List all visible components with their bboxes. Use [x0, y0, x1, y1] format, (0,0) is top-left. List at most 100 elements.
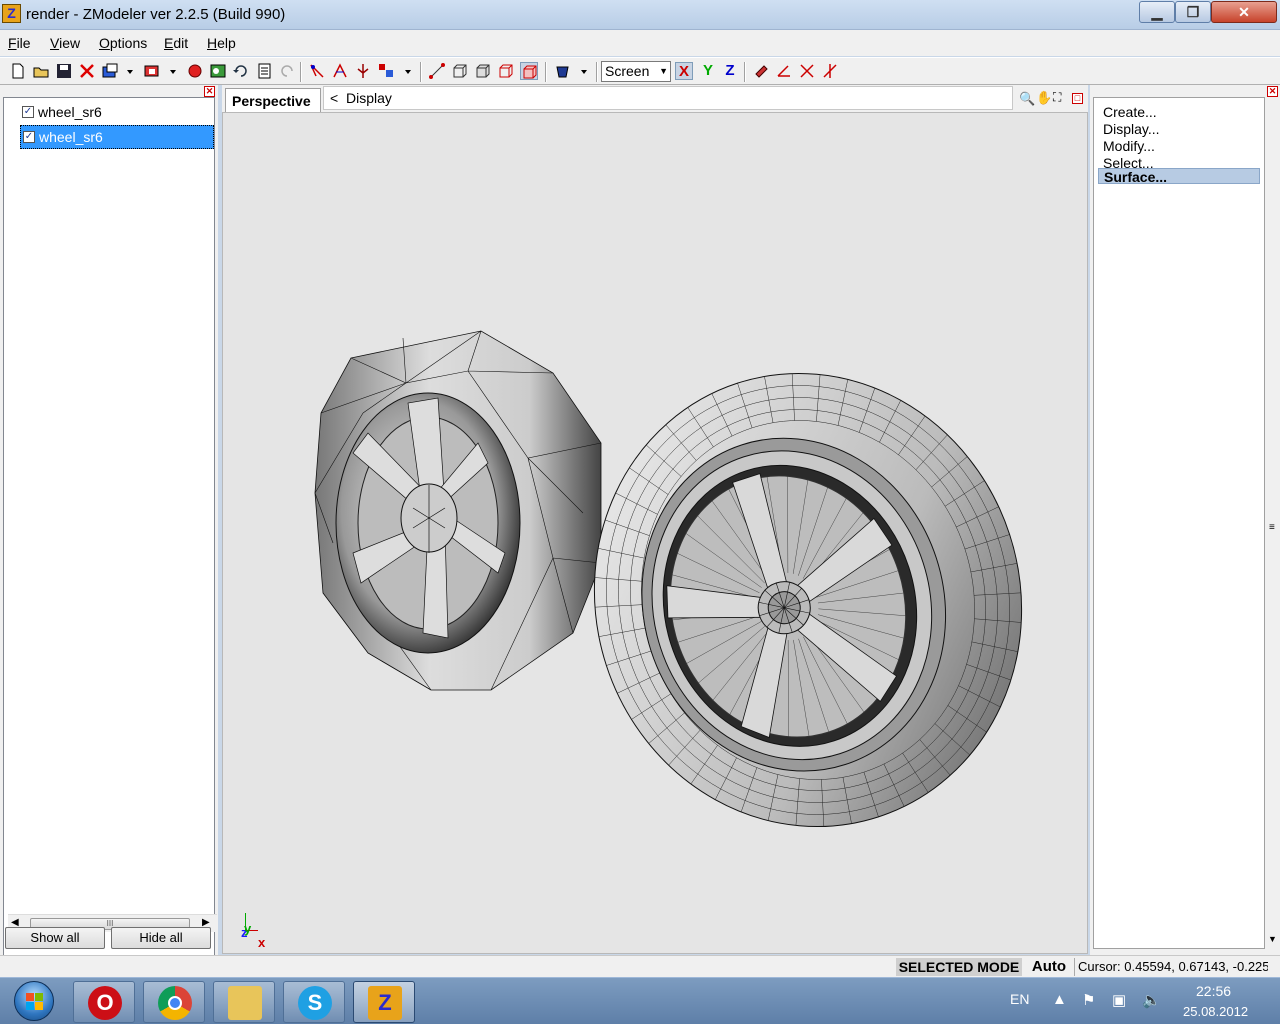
- clock-time[interactable]: 22:56: [1196, 983, 1231, 999]
- open-folder-icon[interactable]: [32, 62, 50, 80]
- redo-icon[interactable]: [278, 62, 296, 80]
- flag-icon[interactable]: ⚑: [1082, 991, 1095, 1009]
- close-icon[interactable]: ✕: [1267, 86, 1278, 97]
- command-select[interactable]: Select...: [1103, 155, 1154, 168]
- viewport-breadcrumb[interactable]: < Display: [323, 86, 1013, 110]
- checkbox-icon[interactable]: ✓: [23, 131, 35, 143]
- axis-x-toggle[interactable]: X: [675, 62, 693, 80]
- chevron-down-icon[interactable]: [167, 62, 179, 80]
- minimize-button[interactable]: ▁: [1139, 1, 1175, 23]
- scroll-down-icon[interactable]: ▼: [1268, 934, 1277, 944]
- move-icon[interactable]: [354, 62, 372, 80]
- axis-y-toggle[interactable]: Y: [699, 62, 717, 80]
- render-icon[interactable]: [186, 62, 204, 80]
- vertical-scrollbar[interactable]: ≡ ▼: [1266, 97, 1280, 949]
- object-tree[interactable]: ✓ wheel_sr6 ✓ wheel_sr6 ◀ III ▶: [3, 97, 217, 985]
- notes-icon[interactable]: [255, 62, 273, 80]
- toolbar-separator: [545, 62, 547, 82]
- low-poly-wheel[interactable]: [314, 330, 602, 691]
- rotate-icon[interactable]: [821, 62, 839, 80]
- box-mode-icon[interactable]: [497, 62, 515, 80]
- menu-edit[interactable]: Edit: [164, 35, 188, 51]
- taskbar-chrome[interactable]: [143, 981, 205, 1023]
- taskbar-opera[interactable]: O: [73, 981, 135, 1023]
- scroll-grip-icon[interactable]: ≡: [1269, 522, 1275, 533]
- pan-hand-icon[interactable]: ✋: [1036, 90, 1052, 106]
- axis-z-toggle[interactable]: Z: [721, 62, 739, 80]
- chevron-down-icon[interactable]: [578, 62, 590, 80]
- checkbox-icon[interactable]: ✓: [22, 106, 34, 118]
- axis-icon[interactable]: [775, 62, 793, 80]
- chevron-down-icon[interactable]: [402, 62, 414, 80]
- wheel-models-render[interactable]: [223, 113, 1088, 954]
- chevron-down-icon[interactable]: [124, 62, 136, 80]
- delete-icon[interactable]: [78, 62, 96, 80]
- close-icon[interactable]: ✕: [204, 86, 215, 97]
- menu-view[interactable]: View: [50, 35, 80, 51]
- menu-bar: File View Options Edit Help: [0, 30, 1280, 56]
- coordinate-space-value: Screen: [605, 63, 650, 79]
- command-display[interactable]: Display...: [1103, 121, 1160, 137]
- zmodeler-app-icon[interactable]: Z: [2, 4, 21, 23]
- selection-mode-label: SELECTED MODE: [896, 958, 1022, 976]
- select-edge-icon[interactable]: [331, 62, 349, 80]
- maximize-viewport-icon[interactable]: ⛶: [1053, 90, 1061, 105]
- breadcrumb-display[interactable]: Display: [346, 90, 392, 106]
- import-icon[interactable]: [101, 62, 119, 80]
- auto-mode-label: Auto: [1031, 958, 1067, 975]
- logo-part: [26, 1002, 34, 1010]
- command-create[interactable]: Create...: [1103, 104, 1157, 120]
- object-list-panel: ✕ ✓ wheel_sr6 ✓ wheel_sr6 ◀ III ▶ Show a…: [0, 85, 218, 985]
- tree-item-label: wheel_sr6: [38, 104, 102, 120]
- cross-icon[interactable]: [798, 62, 816, 80]
- group-icon[interactable]: [377, 62, 395, 80]
- menu-help[interactable]: Help: [207, 35, 236, 51]
- high-poly-wheel[interactable]: [536, 318, 1080, 883]
- tree-item-wheel-sr6[interactable]: ✓ wheel_sr6: [20, 101, 214, 125]
- language-indicator[interactable]: EN: [1010, 991, 1029, 1007]
- show-all-button[interactable]: Show all: [5, 927, 105, 949]
- network-icon[interactable]: ▣: [1112, 991, 1126, 1009]
- command-surface[interactable]: Surface...: [1098, 168, 1260, 185]
- 3d-viewport[interactable]: z y x: [222, 112, 1088, 954]
- start-button[interactable]: [6, 979, 62, 1023]
- breadcrumb-back[interactable]: <: [330, 90, 338, 106]
- maximize-button[interactable]: ❐: [1175, 1, 1211, 23]
- coordinate-space-select[interactable]: Screen ▼: [601, 61, 671, 82]
- taskbar-skype[interactable]: S: [283, 981, 345, 1023]
- command-modify[interactable]: Modify...: [1103, 138, 1155, 154]
- snap-icon[interactable]: [752, 62, 770, 80]
- tree-item-wheel-sr6-selected[interactable]: ✓ wheel_sr6: [20, 125, 214, 149]
- chevron-down-icon: ▼: [659, 66, 668, 76]
- skype-icon: S: [298, 986, 332, 1020]
- surface-mode-icon[interactable]: [520, 62, 538, 80]
- save-icon[interactable]: [55, 62, 73, 80]
- taskbar-zmodeler[interactable]: Z: [353, 981, 415, 1023]
- new-file-icon[interactable]: [9, 62, 27, 80]
- select-vertex-icon[interactable]: [308, 62, 326, 80]
- volume-icon[interactable]: 🔈: [1142, 991, 1161, 1009]
- object-mode-icon[interactable]: [474, 62, 492, 80]
- taskbar-explorer[interactable]: [213, 981, 275, 1023]
- window-title: render - ZModeler ver 2.2.5 (Build 990): [26, 6, 286, 23]
- hide-all-button[interactable]: Hide all: [111, 927, 211, 949]
- zoom-icon[interactable]: 🔍: [1019, 91, 1035, 107]
- export-icon[interactable]: [143, 62, 161, 80]
- undo-icon[interactable]: [232, 62, 250, 80]
- title-bar[interactable]: Z render - ZModeler ver 2.2.5 (Build 990…: [0, 0, 1280, 30]
- material-icon[interactable]: [209, 62, 227, 80]
- clock-date[interactable]: 25.08.2012: [1183, 1004, 1248, 1019]
- axis-y-indicator: y: [244, 921, 252, 936]
- bucket-icon[interactable]: [553, 62, 571, 80]
- toolbar-separator: [300, 62, 302, 82]
- tray-expand-icon[interactable]: ▲: [1052, 991, 1067, 1008]
- command-list: Create... Display... Modify... Select...…: [1093, 97, 1265, 949]
- menu-file[interactable]: File: [8, 35, 31, 51]
- close-viewport-icon[interactable]: □: [1072, 93, 1083, 104]
- tree-item-label: wheel_sr6: [39, 129, 103, 145]
- tab-perspective[interactable]: Perspective: [225, 88, 321, 112]
- vertex-mode-icon[interactable]: [428, 62, 446, 80]
- face-mode-icon[interactable]: [451, 62, 469, 80]
- menu-options[interactable]: Options: [99, 35, 147, 51]
- close-button[interactable]: ✕: [1211, 1, 1277, 23]
